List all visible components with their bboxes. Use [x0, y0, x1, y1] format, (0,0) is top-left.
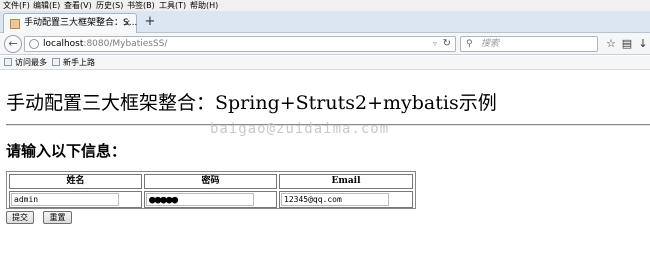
search-box[interactable]: ⚲ 搜索: [460, 36, 598, 52]
cell-email: 12345@qq.com: [279, 191, 413, 208]
url-text: localhost:8080/MybatiesSS/: [43, 37, 167, 51]
watermark: baigao@zuidaima.com: [210, 121, 390, 137]
search-placeholder: 搜索: [481, 39, 500, 49]
menu-file[interactable]: 文件(F): [3, 0, 30, 11]
submit-button[interactable]: 提交: [6, 211, 34, 224]
header-name: 姓名: [9, 174, 142, 189]
cell-name: admin: [9, 191, 142, 208]
browser-tab[interactable]: 手动配置三大框架整合：S... ×: [3, 13, 137, 33]
bookmark-most-visited[interactable]: 访问最多: [4, 56, 47, 70]
navigation-toolbar: ← localhost:8080/MybatiesSS/ ▿ ↻ ⚲ 搜索 ☆ …: [0, 33, 650, 55]
tab-strip: 手动配置三大框架整合：S... × +: [0, 11, 650, 33]
menu-help[interactable]: 帮助(H): [190, 0, 218, 11]
bookmark-label: 新手上路: [63, 58, 95, 67]
tab-title: 手动配置三大框架整合：S...: [24, 18, 138, 28]
bookmark-getting-started[interactable]: 新手上路: [52, 56, 95, 70]
cell-password: ●●●●●: [144, 191, 277, 208]
password-input[interactable]: ●●●●●: [146, 193, 254, 206]
bookmarks-bar: 访问最多 新手上路: [0, 56, 650, 70]
page-heading: 手动配置三大框架整合：Spring+Struts2+mybatis示例: [6, 92, 497, 114]
bookmark-label: 访问最多: [15, 58, 47, 67]
menu-tools[interactable]: 工具(T): [159, 0, 186, 11]
page-content: 手动配置三大框架整合：Spring+Struts2+mybatis示例 baig…: [0, 71, 650, 278]
page-icon: [10, 19, 20, 29]
menu-bar: 文件(F) 编辑(E) 查看(V) 历史(S) 书签(B) 工具(T) 帮助(H…: [0, 0, 650, 11]
globe-icon: [29, 39, 39, 49]
back-arrow-icon: ←: [8, 37, 18, 50]
menu-history[interactable]: 历史(S): [96, 0, 123, 11]
email-input[interactable]: 12345@qq.com: [281, 193, 389, 206]
bookmark-icon: [52, 58, 60, 66]
header-password: 密码: [144, 174, 277, 189]
form-subheading: 请输入以下信息：: [6, 142, 127, 160]
back-button[interactable]: ←: [4, 35, 22, 53]
clipboard-icon[interactable]: ▤: [620, 37, 634, 51]
close-tab-icon[interactable]: ×: [123, 14, 131, 33]
url-host: localhost: [43, 39, 84, 49]
star-icon[interactable]: ☆: [604, 37, 618, 51]
header-email: Email: [279, 174, 413, 189]
reset-button[interactable]: 重置: [43, 211, 72, 224]
search-icon: ⚲: [466, 39, 473, 49]
url-path: :8080/MybatiesSS/: [83, 39, 168, 49]
menu-bookmarks[interactable]: 书签(B): [127, 0, 155, 11]
bookmark-icon: [4, 58, 12, 66]
form-table: 姓名 密码 Email admin ●●●●● 12345@qq.com: [6, 171, 416, 209]
menu-view[interactable]: 查看(V): [64, 0, 92, 11]
menu-edit[interactable]: 编辑(E): [33, 0, 60, 11]
reload-icon[interactable]: ↻: [443, 37, 451, 51]
address-bar[interactable]: localhost:8080/MybatiesSS/ ▿ ↻: [24, 36, 456, 52]
url-dropdown-icon[interactable]: ▿: [433, 37, 437, 51]
new-tab-button[interactable]: +: [143, 14, 157, 30]
name-input[interactable]: admin: [11, 193, 119, 206]
download-icon[interactable]: ↓: [636, 37, 650, 51]
